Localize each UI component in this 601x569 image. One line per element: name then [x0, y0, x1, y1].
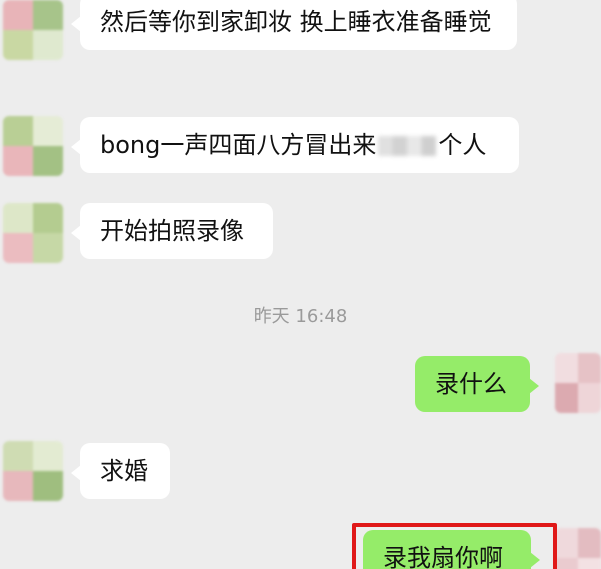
message-text: 开始拍照录像 — [100, 217, 244, 245]
timestamp: 昨天 16:48 — [253, 306, 348, 327]
message-bubble-incoming[interactable]: 求婚 — [71, 443, 170, 499]
contact-avatar[interactable] — [3, 203, 63, 263]
contact-avatar[interactable] — [3, 0, 63, 60]
message-bubble-outgoing[interactable]: 录什么 — [415, 356, 539, 412]
highlight-box — [352, 523, 557, 569]
message-text: 求婚 — [100, 457, 148, 485]
contact-avatar[interactable] — [3, 441, 63, 501]
message-text: 然后等你到家卸妆 换上睡衣准备睡觉 — [100, 8, 492, 36]
my-avatar[interactable] — [555, 528, 601, 569]
message-text-part: 个人 — [438, 131, 487, 159]
message-text: 录什么 — [435, 370, 507, 398]
message-bubble-incoming[interactable]: 然后等你到家卸妆 换上睡衣准备睡觉 — [71, 0, 517, 50]
my-avatar[interactable] — [555, 353, 601, 413]
contact-avatar[interactable] — [3, 116, 63, 176]
message-bubble-incoming[interactable]: 开始拍照录像 — [71, 203, 273, 259]
message-bubble-incoming[interactable]: bong一声四面八方冒出来 个人 — [71, 117, 519, 173]
message-text-part: bong一声四面八方冒出来 — [100, 131, 377, 159]
chat-window: 然后等你到家卸妆 换上睡衣准备睡觉 bong一声四面八方冒出来 个人 开始拍照录像… — [0, 0, 601, 569]
redaction-mosaic — [378, 136, 437, 156]
